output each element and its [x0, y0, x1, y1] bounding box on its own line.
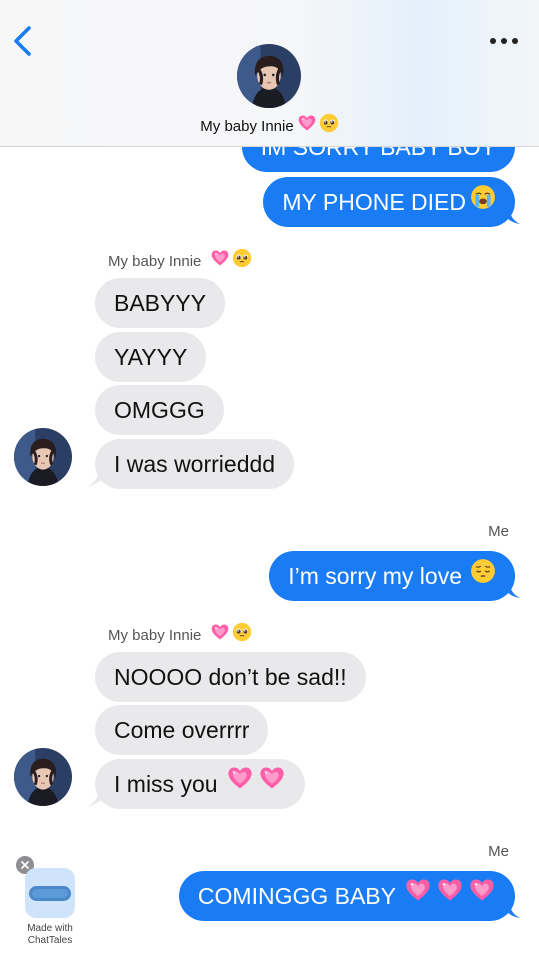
pleading-face-icon [232, 622, 252, 646]
message-bubble-incoming[interactable]: Come overrrr [95, 705, 269, 755]
pink-heart-icon [468, 871, 496, 921]
message-bubble-incoming[interactable]: BABYYY [95, 278, 226, 328]
message-text: YAYYY [114, 344, 188, 370]
message-text: I was worrieddd [114, 451, 276, 477]
sender-name-me: Me [488, 523, 509, 540]
conversation-header: My baby Innie [0, 0, 539, 147]
bubble-tail-icon [88, 786, 108, 806]
sender-name: My baby Innie [108, 250, 252, 274]
crying-face-icon [470, 177, 496, 227]
message-text: I miss you [114, 771, 218, 797]
chat-bubble-icon [25, 868, 75, 918]
message-text: OMGGG [114, 397, 205, 423]
watermark-line1: Made with [27, 923, 73, 934]
message-text: NOOOO don’t be sad!! [114, 664, 347, 690]
sender-name-me: Me [488, 843, 509, 860]
pleading-face-icon [232, 248, 252, 272]
more-dots-icon[interactable] [489, 36, 519, 46]
pink-heart-icon [210, 622, 230, 646]
app-watermark: Made with ChatTales [16, 856, 86, 952]
contact-avatar[interactable] [14, 748, 72, 806]
pink-heart-icon [226, 759, 254, 809]
watermark-line2: ChatTales [27, 935, 73, 946]
message-text: I’m sorry my love [288, 563, 462, 589]
message-bubble-outgoing[interactable]: MY PHONE DIED [263, 177, 515, 227]
bubble-tail-icon [500, 578, 520, 598]
message-bubble-incoming[interactable]: YAYYY [95, 332, 207, 382]
bubble-tail-icon [500, 898, 520, 918]
message-text: Come overrrr [114, 717, 250, 743]
message-bubble-outgoing[interactable]: I’m sorry my love [269, 551, 515, 601]
pink-heart-icon [210, 248, 230, 272]
contact-avatar-large[interactable] [237, 44, 301, 108]
message-text: COMINGGG BABY [197, 883, 396, 909]
bubble-tail-icon [500, 204, 520, 224]
pensive-face-icon [470, 551, 496, 601]
bubble-tail-icon [88, 466, 108, 486]
pink-heart-icon [258, 759, 286, 809]
pink-heart-icon [297, 113, 317, 137]
pleading-face-icon [319, 113, 339, 137]
message-bubble-incoming[interactable]: I miss you [95, 759, 305, 809]
message-bubble-incoming[interactable]: I was worrieddd [95, 439, 295, 489]
contact-name[interactable]: My baby Innie [0, 115, 539, 139]
message-text: BABYYY [114, 290, 207, 316]
pink-heart-icon [436, 871, 464, 921]
contact-avatar[interactable] [14, 428, 72, 486]
chevron-left-icon[interactable] [10, 24, 36, 58]
message-bubble-outgoing[interactable]: COMINGGG BABY [178, 871, 515, 921]
message-bubble-incoming[interactable]: OMGGG [95, 385, 224, 435]
pink-heart-icon [404, 871, 432, 921]
message-text: MY PHONE DIED [282, 189, 466, 215]
sender-name: My baby Innie [108, 624, 252, 648]
message-bubble-incoming[interactable]: NOOOO don’t be sad!! [95, 652, 366, 702]
